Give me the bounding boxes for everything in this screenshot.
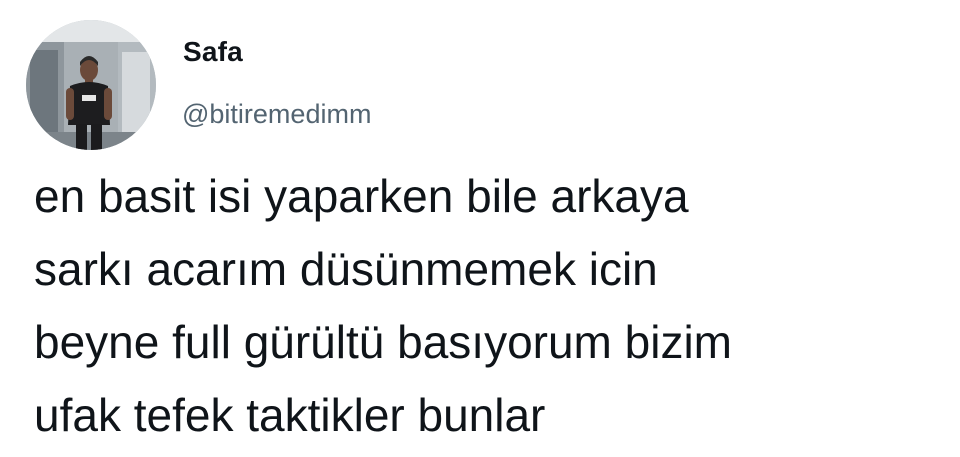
tweet-text: en basit isi yaparken bile arkaya sarkı … [34,160,934,452]
author-handle[interactable]: @bitiremedimm [182,101,371,128]
profile-photo-icon [26,20,156,150]
tweet-card: Safa @bitiremedimm en basit isi yaparken… [0,0,960,457]
tweet-text-line: ufak tefek taktikler bunlar [34,389,546,441]
tweet-text-line: beyne full gürültü basıyorum bizim [34,316,732,368]
author-display-name[interactable]: Safa [183,38,243,66]
tweet-text-line: sarkı acarım düsünmemek icin [34,243,658,295]
avatar[interactable] [26,20,156,150]
tweet-text-line: en basit isi yaparken bile arkaya [34,170,689,222]
